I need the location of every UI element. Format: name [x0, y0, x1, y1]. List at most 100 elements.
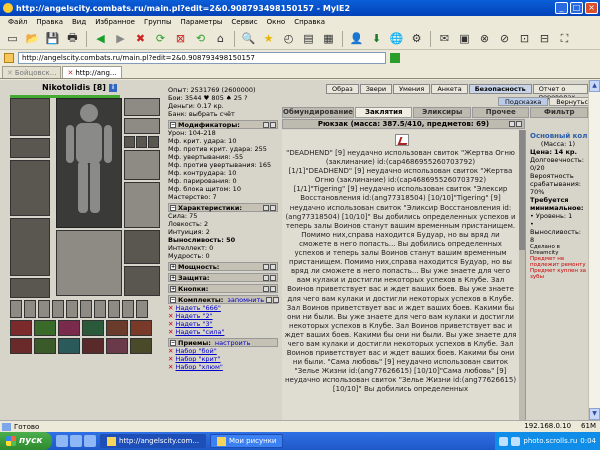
menu-edit[interactable]: Правка	[36, 18, 63, 26]
characteristics-header[interactable]: − Характеристики:	[168, 203, 278, 212]
move-up-icon[interactable]	[263, 285, 269, 292]
set-link[interactable]: Надеть "3"	[175, 320, 212, 328]
rune-slot-9[interactable]	[58, 338, 80, 354]
move-down-icon[interactable]	[270, 121, 276, 128]
modifiers-header[interactable]: − Модификаторы:	[168, 120, 278, 129]
save-icon[interactable]: 💾	[44, 30, 61, 47]
helmet-slot[interactable]	[10, 98, 50, 136]
refresh-all-icon[interactable]: ⟲	[192, 30, 209, 47]
menu-help[interactable]: Справка	[294, 18, 325, 26]
move-down-icon[interactable]	[270, 204, 276, 211]
technique-link[interactable]: Набор "бой"	[175, 347, 216, 355]
collector-icon[interactable]: ▦	[320, 30, 337, 47]
taskbar-browser[interactable]: http://angelscity.com...	[100, 434, 207, 448]
media-icon[interactable]	[84, 435, 96, 447]
image-button[interactable]: Образ	[326, 84, 359, 94]
block-images-icon[interactable]: ⊘	[496, 30, 513, 47]
menu-view[interactable]: Вид	[72, 18, 86, 26]
go-icon[interactable]	[390, 53, 400, 63]
scroll-item-icon[interactable]	[395, 134, 409, 146]
rune-slot-2[interactable]	[34, 320, 56, 336]
collapse-icon[interactable]: −	[170, 339, 176, 346]
technique-link[interactable]: Набор "хлюм"	[175, 363, 222, 371]
ring-slot-3[interactable]	[148, 136, 159, 148]
scroll-up-icon[interactable]: ▲	[589, 80, 600, 92]
earring-slot[interactable]	[124, 118, 160, 134]
info-icon[interactable]: i	[108, 83, 117, 92]
rune-slot-4[interactable]	[82, 320, 104, 336]
delete-icon[interactable]: ✕	[168, 363, 173, 371]
back-icon[interactable]: ◀	[92, 30, 109, 47]
history-icon[interactable]: ◴	[280, 30, 297, 47]
volume-icon[interactable]	[511, 436, 521, 446]
block-activex-icon[interactable]: ⊟	[536, 30, 553, 47]
set-link[interactable]: Надеть "2"	[175, 312, 212, 320]
tab-elixirs[interactable]: Эликсиры	[413, 107, 471, 118]
return-button[interactable]: Вернуться	[549, 97, 588, 106]
new-window-icon[interactable]: ▭	[4, 30, 21, 47]
scroll-slot-4[interactable]	[52, 300, 64, 318]
stop-icon[interactable]: ✖	[132, 30, 149, 47]
scroll-slot-7[interactable]	[94, 300, 106, 318]
proxy-icon[interactable]: ⚙	[408, 30, 425, 47]
mail-icon[interactable]: ✉	[436, 30, 453, 47]
delete-icon[interactable]: ✕	[168, 312, 173, 320]
power-header[interactable]: + Мощность:	[168, 262, 278, 271]
delete-icon[interactable]: ✕	[168, 328, 173, 336]
item-name[interactable]: Основный кол	[530, 132, 587, 140]
close-button[interactable]: ×	[585, 2, 598, 14]
rune-slot-6[interactable]	[130, 320, 152, 336]
expand-icon[interactable]: +	[170, 263, 176, 270]
scroll-slot-5[interactable]	[66, 300, 78, 318]
move-up-icon[interactable]	[263, 204, 269, 211]
delete-icon[interactable]: ✕	[168, 355, 173, 363]
move-up-icon[interactable]	[263, 274, 269, 281]
favorites-icon[interactable]: ★	[260, 30, 277, 47]
collapse-icon[interactable]: −	[170, 204, 176, 211]
profile-button[interactable]: Анкета	[431, 84, 468, 94]
refresh-icon[interactable]: ⟳	[152, 30, 169, 47]
scroll-slot-9[interactable]	[122, 300, 134, 318]
technique-link[interactable]: Набор "крит"	[175, 355, 220, 363]
address-input[interactable]	[18, 52, 386, 64]
techniques-header[interactable]: − Приемы: настроить	[168, 338, 278, 347]
tab-spells[interactable]: Заклятия	[354, 107, 413, 118]
weapon-slot[interactable]	[10, 160, 50, 216]
taskbar-pictures[interactable]: Мои рисунки	[210, 434, 284, 448]
download-icon[interactable]: ⬇	[368, 30, 385, 47]
move-up-icon[interactable]	[263, 121, 269, 128]
ring-slot-1[interactable]	[124, 136, 135, 148]
leggings-slot[interactable]	[56, 230, 122, 296]
move-down-icon[interactable]	[270, 274, 276, 281]
rune-slot-1[interactable]	[10, 320, 32, 336]
groups-icon[interactable]: ▤	[300, 30, 317, 47]
search-icon[interactable]: 🔍	[240, 30, 257, 47]
scroll-slot-3[interactable]	[38, 300, 50, 318]
rune-slot-8[interactable]	[34, 338, 56, 354]
save-set-link[interactable]: запомнить	[227, 296, 264, 304]
collapse-icon[interactable]: −	[170, 296, 176, 303]
scroll-slot-8[interactable]	[108, 300, 120, 318]
move-down-icon[interactable]	[273, 296, 280, 303]
belt-slot[interactable]	[10, 278, 50, 298]
menu-options[interactable]: Параметры	[181, 18, 223, 26]
shield-slot[interactable]	[124, 182, 160, 228]
expand-icon[interactable]: +	[170, 274, 176, 281]
start-button[interactable]: пуск	[0, 432, 52, 450]
defense-header[interactable]: + Защита:	[168, 273, 278, 282]
skills-button[interactable]: Умения	[393, 84, 431, 94]
move-up-icon[interactable]	[263, 263, 269, 270]
menu-window[interactable]: Окно	[267, 18, 286, 26]
move-up-icon[interactable]	[509, 121, 515, 127]
scroll-slot-1[interactable]	[10, 300, 22, 318]
delete-icon[interactable]: ✕	[168, 320, 173, 328]
scroll-slot-6[interactable]	[80, 300, 92, 318]
rune-slot-11[interactable]	[106, 338, 128, 354]
setup-techniques-link[interactable]: настроить	[215, 339, 251, 347]
move-down-icon[interactable]	[516, 121, 522, 127]
close-icon[interactable]: ✕	[7, 69, 13, 77]
set-link[interactable]: Надеть "сила"	[175, 328, 224, 336]
delete-icon[interactable]: ✕	[168, 347, 173, 355]
expand-icon[interactable]: +	[170, 285, 176, 292]
move-down-icon[interactable]	[270, 285, 276, 292]
